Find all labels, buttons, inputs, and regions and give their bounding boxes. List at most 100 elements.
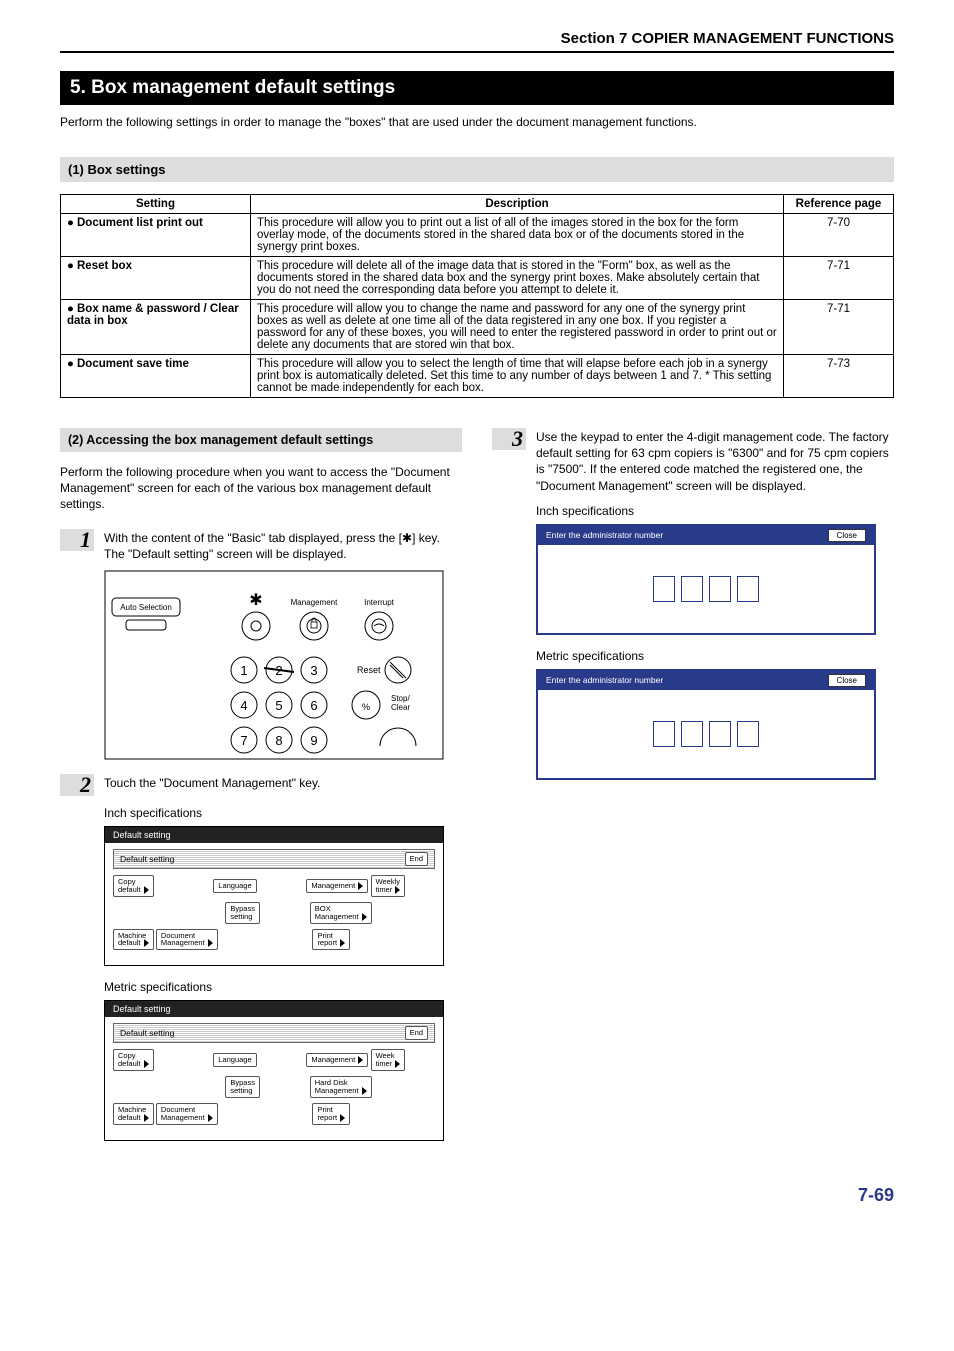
- step-number: 1: [80, 531, 91, 549]
- svg-text:5: 5: [275, 698, 282, 713]
- page-number: 7-69: [60, 1185, 894, 1206]
- step-2: 2 Touch the "Document Management" key.: [60, 774, 462, 796]
- screen-bar-label: Default setting: [120, 1028, 174, 1038]
- svg-text:9: 9: [310, 733, 317, 748]
- interrupt-label: Interrupt: [364, 598, 395, 607]
- auto-selection-label: Auto Selection: [120, 603, 172, 612]
- bypass-button[interactable]: Bypass setting: [225, 902, 260, 924]
- subheading-1: (1) Box settings: [60, 157, 894, 182]
- code-digit[interactable]: [709, 576, 731, 602]
- table-row: ●Document list print out This procedure …: [61, 214, 894, 257]
- code-digit[interactable]: [709, 721, 731, 747]
- default-setting-screen-inch: Default setting Default setting End Copy…: [104, 826, 444, 967]
- language-button[interactable]: Language: [213, 1053, 256, 1067]
- setting-ref: 7-71: [784, 300, 894, 355]
- setting-ref: 7-73: [784, 355, 894, 398]
- right-column: 3 Use the keypad to enter the 4-digit ma…: [492, 428, 894, 1155]
- access-para: Perform the following procedure when you…: [60, 464, 462, 513]
- settings-table: Setting Description Reference page ●Docu…: [60, 194, 894, 398]
- svg-text:6: 6: [310, 698, 317, 713]
- svg-text:Clear: Clear: [391, 703, 410, 712]
- admin-prompt: Enter the administrator number: [546, 530, 663, 540]
- language-button[interactable]: Language: [213, 879, 256, 893]
- admin-code-screen-inch: Enter the administrator number Close: [536, 524, 876, 635]
- bullet-icon: ●: [67, 260, 77, 272]
- step-number: 2: [80, 776, 91, 794]
- code-digit[interactable]: [737, 721, 759, 747]
- svg-text:4: 4: [240, 698, 247, 713]
- end-button[interactable]: End: [405, 852, 428, 866]
- hard-disk-management-button[interactable]: Hard Disk Management: [310, 1076, 372, 1098]
- close-button[interactable]: Close: [828, 529, 866, 542]
- weekly-timer-button[interactable]: Weekly timer: [371, 875, 406, 897]
- step-number-box: 2: [60, 774, 94, 796]
- screen-title: Default setting: [105, 827, 443, 843]
- bullet-icon: ●: [67, 217, 77, 229]
- table-row: ●Document save time This procedure will …: [61, 355, 894, 398]
- end-button[interactable]: End: [405, 1026, 428, 1040]
- management-button[interactable]: Management: [306, 879, 368, 893]
- default-setting-screen-metric: Default setting Default setting End Copy…: [104, 1000, 444, 1141]
- svg-text:1: 1: [240, 663, 247, 678]
- setting-name: Document list print out: [77, 217, 203, 229]
- inch-label: Inch specifications: [104, 806, 462, 820]
- document-management-button[interactable]: Document Management: [156, 1103, 218, 1125]
- setting-name: Document save time: [77, 358, 189, 370]
- bullet-icon: ●: [67, 358, 77, 370]
- code-digit[interactable]: [737, 576, 759, 602]
- metric-label: Metric specifications: [104, 980, 462, 994]
- management-button[interactable]: Management: [306, 1053, 368, 1067]
- bullet-icon: ●: [67, 303, 77, 315]
- machine-default-button[interactable]: Machine default: [113, 929, 154, 951]
- th-setting: Setting: [61, 195, 251, 214]
- admin-code-screen-metric: Enter the administrator number Close: [536, 669, 876, 780]
- code-digit[interactable]: [653, 576, 675, 602]
- svg-text:8: 8: [275, 733, 282, 748]
- setting-desc: This procedure will delete all of the im…: [251, 257, 784, 300]
- step-text: With the content of the "Basic" tab disp…: [104, 529, 462, 562]
- close-button[interactable]: Close: [828, 674, 866, 687]
- table-row: ●Box name & password / Clear data in box…: [61, 300, 894, 355]
- document-management-button[interactable]: Document Management: [156, 929, 218, 951]
- setting-name: Box name & password / Clear data in box: [67, 303, 239, 327]
- setting-name: Reset box: [77, 260, 132, 272]
- management-label: Management: [291, 598, 338, 607]
- inch-label: Inch specifications: [536, 504, 894, 518]
- print-report-button[interactable]: Print report: [312, 1103, 350, 1125]
- star-icon: ✱: [249, 592, 262, 609]
- page-title-bar: 5. Box management default settings: [60, 71, 894, 105]
- th-reference: Reference page: [784, 195, 894, 214]
- week-timer-button[interactable]: Week timer: [371, 1049, 406, 1071]
- subheading-2: (2) Accessing the box management default…: [60, 428, 462, 452]
- control-panel-illustration: Auto Selection ✱ Management Interrupt 1 …: [104, 570, 444, 760]
- screen-title: Default setting: [105, 1001, 443, 1017]
- machine-default-button[interactable]: Machine default: [113, 1103, 154, 1125]
- step-number: 3: [512, 430, 523, 448]
- code-digit[interactable]: [681, 721, 703, 747]
- section-header: Section 7 COPIER MANAGEMENT FUNCTIONS: [60, 30, 894, 53]
- step-number-box: 1: [60, 529, 94, 551]
- setting-ref: 7-71: [784, 257, 894, 300]
- step-text: Use the keypad to enter the 4-digit mana…: [536, 428, 894, 494]
- step-text: Touch the "Document Management" key.: [104, 774, 320, 796]
- metric-label: Metric specifications: [536, 649, 894, 663]
- th-description: Description: [251, 195, 784, 214]
- copy-default-button[interactable]: Copy default: [113, 1049, 154, 1071]
- copy-default-button[interactable]: Copy default: [113, 875, 154, 897]
- reset-label: Reset: [357, 665, 381, 675]
- bypass-button[interactable]: Bypass setting: [225, 1076, 260, 1098]
- svg-text:3: 3: [310, 663, 317, 678]
- table-row: ●Reset box This procedure will delete al…: [61, 257, 894, 300]
- setting-desc: This procedure will allow you to print o…: [251, 214, 784, 257]
- svg-text:Stop/: Stop/: [391, 694, 410, 703]
- step-3: 3 Use the keypad to enter the 4-digit ma…: [492, 428, 894, 494]
- step-1: 1 With the content of the "Basic" tab di…: [60, 529, 462, 562]
- box-management-button[interactable]: BOX Management: [310, 902, 372, 924]
- print-report-button[interactable]: Print report: [312, 929, 350, 951]
- admin-prompt: Enter the administrator number: [546, 675, 663, 685]
- svg-text:7: 7: [240, 733, 247, 748]
- code-digit[interactable]: [681, 576, 703, 602]
- step-number-box: 3: [492, 428, 526, 450]
- code-digit[interactable]: [653, 721, 675, 747]
- screen-bar-label: Default setting: [120, 854, 174, 864]
